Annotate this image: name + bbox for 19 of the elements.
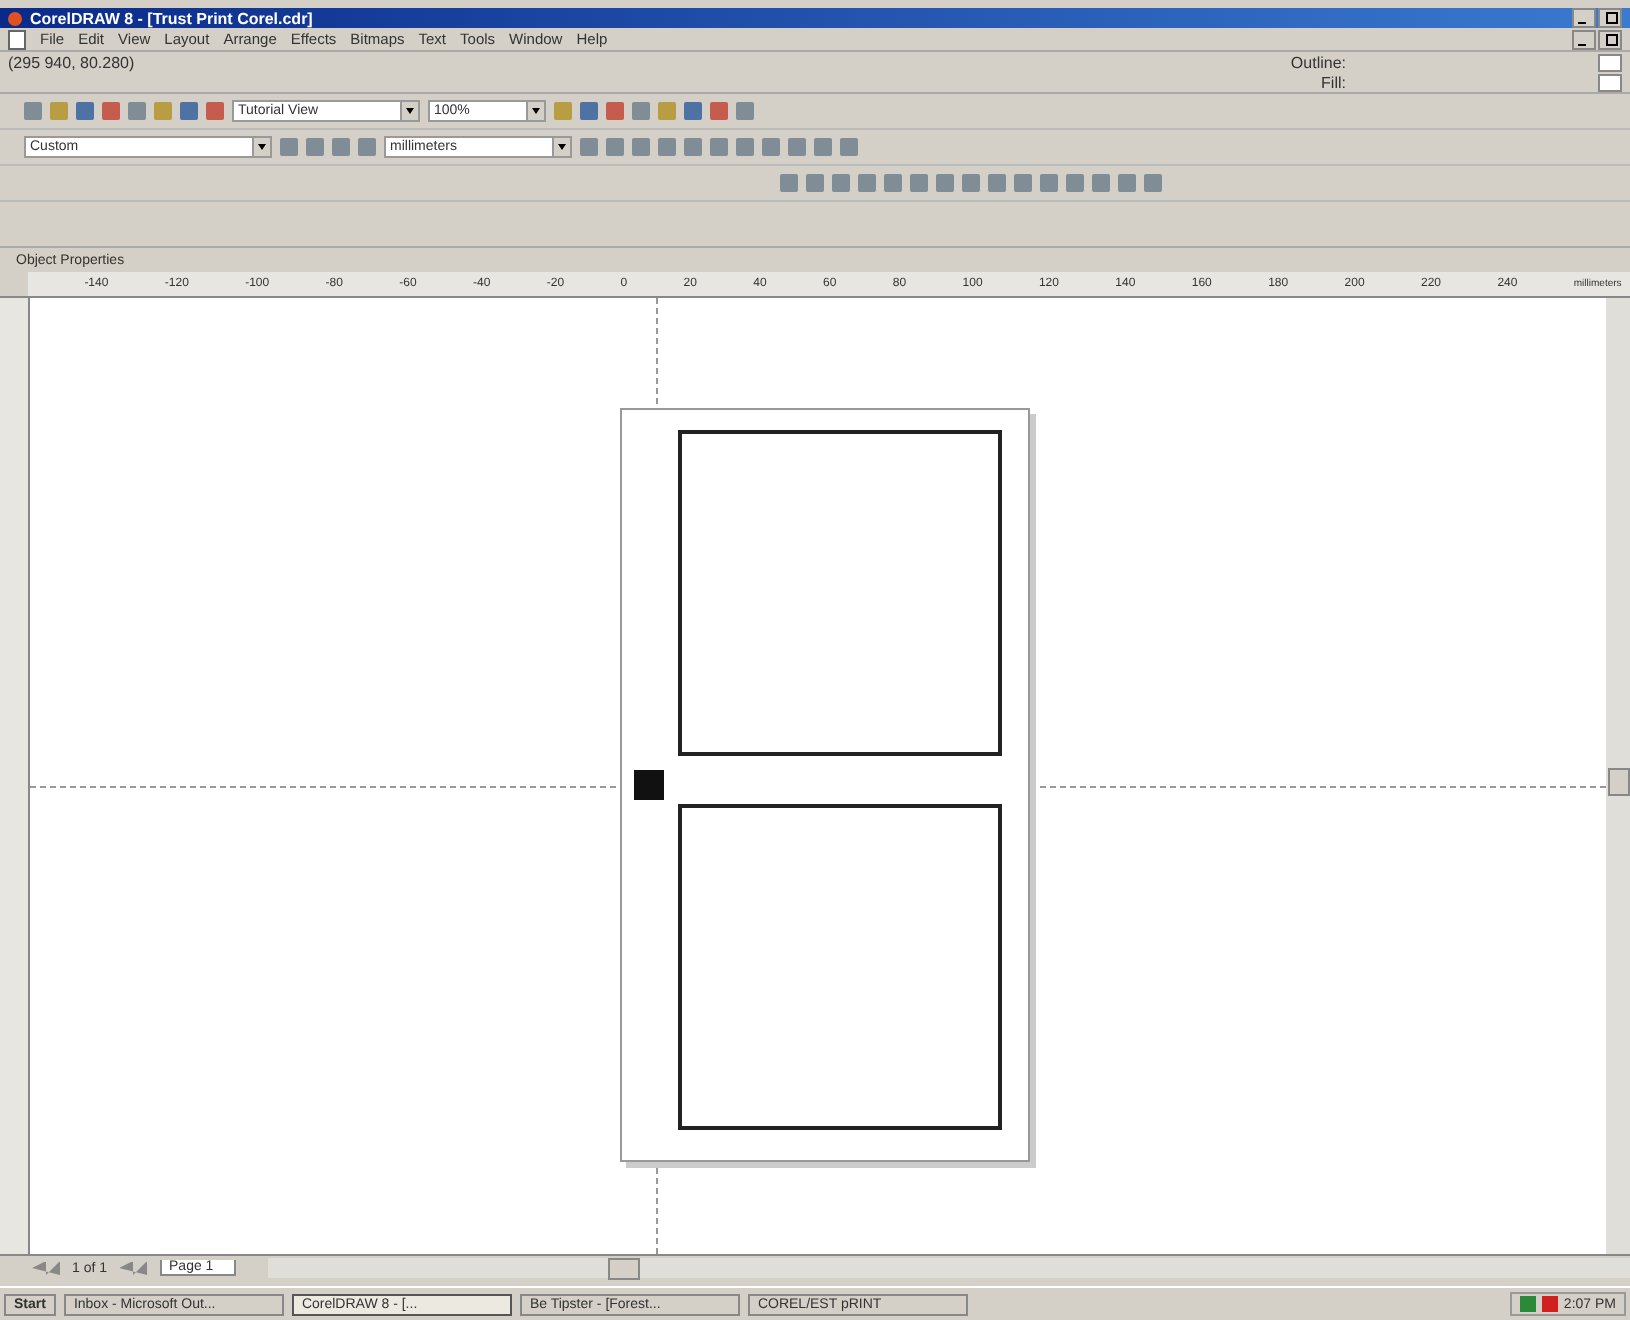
outline-swatch — [1598, 53, 1622, 71]
outline-label: Outline: — [1290, 53, 1346, 71]
navigation-arrows-icon[interactable] — [119, 1261, 148, 1275]
document-icon — [8, 29, 26, 49]
navigation-arrows-icon[interactable] — [32, 1261, 60, 1275]
vertical-scrollbar[interactable] — [1606, 298, 1630, 1254]
window-title: CorelDRAW 8 - [Trust Print Corel.cdr] — [30, 9, 313, 27]
caret-icon — [252, 138, 270, 156]
restore-button[interactable] — [1598, 8, 1622, 28]
fill-label: Fill: — [1321, 73, 1346, 91]
app-icon — [8, 11, 22, 25]
minimize-button[interactable] — [1572, 29, 1596, 49]
fill-swatch — [1598, 73, 1622, 91]
minimize-button[interactable] — [1572, 8, 1596, 28]
selection-handle[interactable] — [634, 770, 664, 800]
horizontal-scrollbar[interactable] — [267, 1258, 1630, 1278]
restore-button[interactable] — [1598, 29, 1622, 49]
caret-icon — [400, 102, 418, 120]
cursor-coordinates: (295 940, 80.280) — [8, 53, 135, 71]
